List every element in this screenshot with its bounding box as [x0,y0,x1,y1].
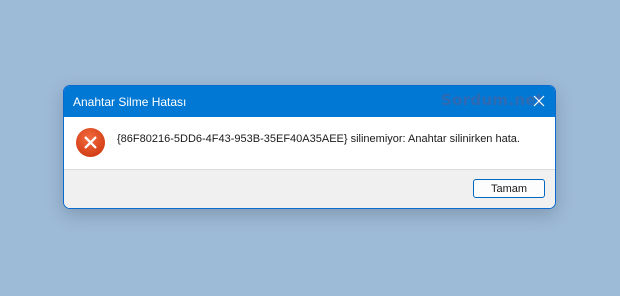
error-message: {86F80216-5DD6-4F43-953B-35EF40A35AEE} s… [117,133,520,145]
error-dialog: Anahtar Silme Hatası Sordum.net {86F8021… [63,85,556,209]
ok-button[interactable]: Tamam [473,179,545,198]
error-x-icon [75,127,106,158]
dialog-titlebar[interactable]: Anahtar Silme Hatası Sordum.net [64,86,555,117]
dialog-content: {86F80216-5DD6-4F43-953B-35EF40A35AEE} s… [64,117,555,169]
dialog-title: Anahtar Silme Hatası [73,95,187,109]
close-icon [533,95,545,107]
close-button[interactable] [523,86,555,117]
dialog-footer: Tamam [64,169,555,208]
